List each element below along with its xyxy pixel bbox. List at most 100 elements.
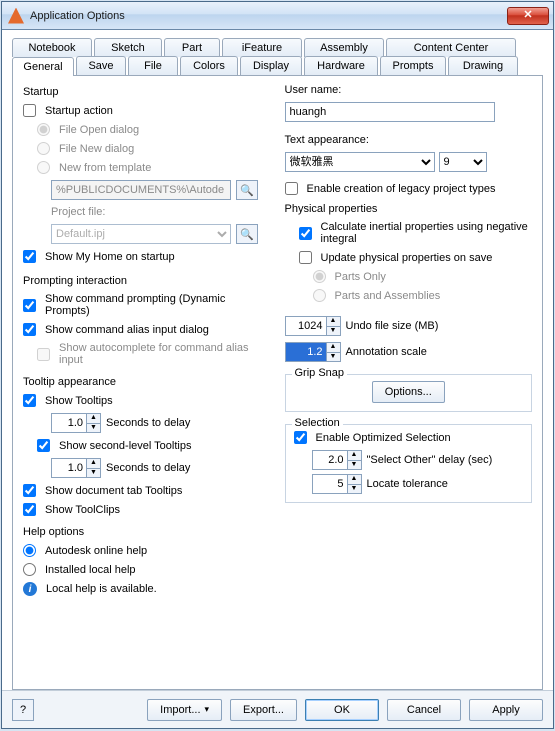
spin-up[interactable]: ▲ <box>348 451 361 461</box>
select-other-spinner[interactable]: ▲▼ <box>312 450 362 470</box>
tooltip-delay1-spinner[interactable]: ▲▼ <box>51 413 101 433</box>
spin-down[interactable]: ▼ <box>87 469 100 478</box>
calc-inertial-label: Calculate inertial properties using nega… <box>321 221 533 245</box>
tab-notebook[interactable]: Notebook <box>12 38 92 57</box>
grip-snap-options-button[interactable]: Options... <box>372 381 445 403</box>
tooltip-delay2-spinner[interactable]: ▲▼ <box>51 458 101 478</box>
tab-panel-general: Startup Startup action File Open dialog … <box>12 75 543 690</box>
tab-colors[interactable]: Colors <box>180 56 238 75</box>
spin-down[interactable]: ▼ <box>327 353 340 362</box>
annotation-label: Annotation scale <box>346 346 427 358</box>
app-icon <box>8 8 24 24</box>
startup-action-check[interactable]: Startup action <box>23 104 271 117</box>
help-button[interactable]: ? <box>12 699 34 721</box>
help-local-radio[interactable] <box>23 563 36 576</box>
command-prompting-checkbox[interactable] <box>23 299 36 312</box>
second-level-row[interactable]: Show second-level Tooltips <box>37 439 271 452</box>
export-button[interactable]: Export... <box>230 699 297 721</box>
annotation-input[interactable] <box>286 343 326 361</box>
second-level-checkbox[interactable] <box>37 439 50 452</box>
font-combo[interactable]: 微软雅黑 <box>285 152 435 172</box>
enable-optimized-row[interactable]: Enable Optimized Selection <box>294 431 524 444</box>
tooltip-delay1-input[interactable] <box>52 414 86 432</box>
tab-sketch[interactable]: Sketch <box>94 38 162 57</box>
locate-tol-input[interactable] <box>313 475 347 493</box>
show-home-row[interactable]: Show My Home on startup <box>23 250 271 263</box>
command-prompting-row[interactable]: Show command prompting (Dynamic Prompts) <box>23 293 271 317</box>
enable-legacy-checkbox[interactable] <box>285 182 298 195</box>
tab-general[interactable]: General <box>12 57 74 76</box>
spin-up[interactable]: ▲ <box>348 475 361 485</box>
parts-only-label: Parts Only <box>335 271 386 283</box>
show-tooltips-label: Show Tooltips <box>45 395 113 407</box>
show-home-checkbox[interactable] <box>23 250 36 263</box>
tab-file[interactable]: File <box>128 56 178 75</box>
tab-hardware[interactable]: Hardware <box>304 56 378 75</box>
doc-tab-tooltips-row[interactable]: Show document tab Tooltips <box>23 484 271 497</box>
tab-part[interactable]: Part <box>164 38 220 57</box>
parts-assemblies-row: Parts and Assemblies <box>313 289 533 302</box>
apply-button[interactable]: Apply <box>469 699 543 721</box>
undo-label: Undo file size (MB) <box>346 320 439 332</box>
window-title: Application Options <box>30 10 507 22</box>
file-new-radio-row: File New dialog <box>37 142 271 155</box>
toolclips-row[interactable]: Show ToolClips <box>23 503 271 516</box>
locate-tol-spinner[interactable]: ▲▼ <box>312 474 362 494</box>
enable-optimized-checkbox[interactable] <box>294 431 307 444</box>
spin-up[interactable]: ▲ <box>87 459 100 469</box>
spin-down[interactable]: ▼ <box>348 461 361 470</box>
close-button[interactable]: ✕ <box>507 7 549 25</box>
annotation-spinner[interactable]: ▲▼ <box>285 342 341 362</box>
tab-assembly[interactable]: Assembly <box>304 38 384 57</box>
select-other-row: ▲▼ "Select Other" delay (sec) <box>312 450 524 470</box>
alias-dialog-checkbox[interactable] <box>23 323 36 336</box>
spin-down[interactable]: ▼ <box>348 485 361 494</box>
update-on-save-row[interactable]: Update physical properties on save <box>299 251 533 264</box>
show-tooltips-checkbox[interactable] <box>23 394 36 407</box>
tab-display[interactable]: Display <box>240 56 302 75</box>
alias-dialog-row[interactable]: Show command alias input dialog <box>23 323 271 336</box>
undo-input[interactable] <box>286 317 326 335</box>
dialog-window: Application Options ✕ NotebookSketchPart… <box>1 1 554 729</box>
username-field[interactable] <box>285 102 495 122</box>
template-browse-button[interactable]: 🔍 <box>236 180 258 200</box>
spin-down[interactable]: ▼ <box>87 424 100 433</box>
ok-button[interactable]: OK <box>305 699 379 721</box>
font-size-combo[interactable]: 9 <box>439 152 487 172</box>
new-template-radio <box>37 161 50 174</box>
show-home-label: Show My Home on startup <box>45 251 175 263</box>
enable-legacy-row[interactable]: Enable creation of legacy project types <box>285 182 533 195</box>
help-local-row[interactable]: Installed local help <box>23 563 271 576</box>
show-tooltips-row[interactable]: Show Tooltips <box>23 394 271 407</box>
spin-up[interactable]: ▲ <box>327 317 340 327</box>
spin-up[interactable]: ▲ <box>87 414 100 424</box>
tab-content-center[interactable]: Content Center <box>386 38 516 57</box>
project-browse-button[interactable]: 🔍 <box>236 224 258 244</box>
tab-save[interactable]: Save <box>76 56 126 75</box>
help-online-radio[interactable] <box>23 544 36 557</box>
grip-snap-group: Grip Snap Options... <box>285 374 533 412</box>
doc-tab-tooltips-checkbox[interactable] <box>23 484 36 497</box>
tab-drawing[interactable]: Drawing <box>448 56 518 75</box>
physical-title: Physical properties <box>285 203 533 215</box>
tab-ifeature[interactable]: iFeature <box>222 38 302 57</box>
text-appearance-label: Text appearance: <box>285 134 533 146</box>
import-button[interactable]: Import... ▾ <box>147 699 222 721</box>
spin-down[interactable]: ▼ <box>327 327 340 336</box>
calc-inertial-checkbox[interactable] <box>299 227 312 240</box>
toolclips-checkbox[interactable] <box>23 503 36 516</box>
help-local-label: Installed local help <box>45 564 136 576</box>
file-open-radio <box>37 123 50 136</box>
tab-prompts[interactable]: Prompts <box>380 56 446 75</box>
file-open-label: File Open dialog <box>59 124 139 136</box>
update-on-save-checkbox[interactable] <box>299 251 312 264</box>
help-online-row[interactable]: Autodesk online help <box>23 544 271 557</box>
select-other-input[interactable] <box>313 451 347 469</box>
tooltip-delay2-input[interactable] <box>52 459 86 477</box>
new-template-radio-row: New from template <box>37 161 271 174</box>
cancel-button[interactable]: Cancel <box>387 699 461 721</box>
spin-up[interactable]: ▲ <box>327 343 340 353</box>
startup-action-checkbox[interactable] <box>23 104 36 117</box>
calc-inertial-row[interactable]: Calculate inertial properties using nega… <box>299 221 533 245</box>
undo-spinner[interactable]: ▲▼ <box>285 316 341 336</box>
